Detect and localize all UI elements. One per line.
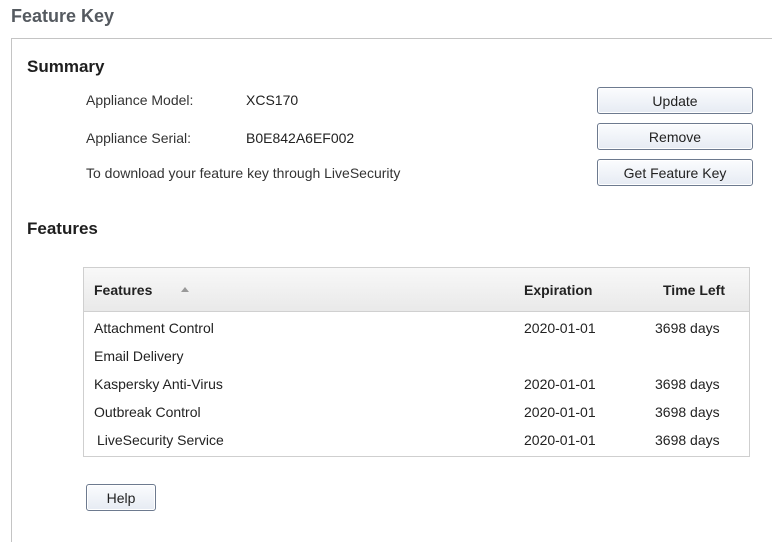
table-row[interactable]: Outbreak Control 2020-01-01 3698 days: [84, 400, 749, 428]
feature-time-left: 3698 days: [655, 376, 720, 392]
table-row[interactable]: Attachment Control 2020-01-01 3698 days: [84, 316, 749, 344]
appliance-model-value: XCS170: [246, 92, 299, 108]
update-button[interactable]: Update: [597, 87, 753, 114]
feature-expiration: 2020-01-01: [524, 404, 596, 420]
feature-time-left: 3698 days: [655, 404, 720, 420]
sort-ascending-icon[interactable]: [181, 287, 189, 292]
feature-name: Attachment Control: [94, 320, 214, 336]
download-instruction: To download your feature key through Liv…: [86, 165, 401, 181]
table-row[interactable]: Email Delivery: [84, 344, 749, 372]
table-header: Features Expiration Time Left: [84, 268, 749, 312]
feature-time-left: 3698 days: [655, 320, 720, 336]
appliance-serial-value: B0E842A6EF002: [246, 130, 355, 146]
appliance-serial-label: Appliance Serial:: [86, 130, 192, 146]
table-row[interactable]: LiveSecurity Service 2020-01-01 3698 day…: [84, 428, 749, 456]
feature-name: Email Delivery: [94, 348, 184, 364]
remove-button[interactable]: Remove: [597, 123, 753, 150]
feature-time-left: 3698 days: [655, 432, 720, 448]
summary-title: Summary: [27, 57, 105, 76]
feature-expiration: 2020-01-01: [524, 432, 596, 448]
page-title: Feature Key: [11, 6, 115, 26]
feature-name: LiveSecurity Service: [97, 432, 224, 448]
feature-name: Kaspersky Anti-Virus: [94, 376, 223, 392]
appliance-model-label: Appliance Model:: [86, 92, 194, 108]
get-feature-key-button[interactable]: Get Feature Key: [597, 159, 753, 186]
feature-expiration: 2020-01-01: [524, 376, 596, 392]
feature-expiration: 2020-01-01: [524, 320, 596, 336]
column-header-time-left[interactable]: Time Left: [663, 282, 725, 298]
feature-name: Outbreak Control: [94, 404, 201, 420]
column-header-expiration[interactable]: Expiration: [524, 282, 592, 298]
features-table: Features Expiration Time Left Attachment…: [83, 267, 750, 457]
help-button[interactable]: Help: [86, 484, 156, 511]
column-header-features[interactable]: Features: [94, 282, 152, 298]
table-row[interactable]: Kaspersky Anti-Virus 2020-01-01 3698 day…: [84, 372, 749, 400]
features-title: Features: [27, 219, 98, 238]
